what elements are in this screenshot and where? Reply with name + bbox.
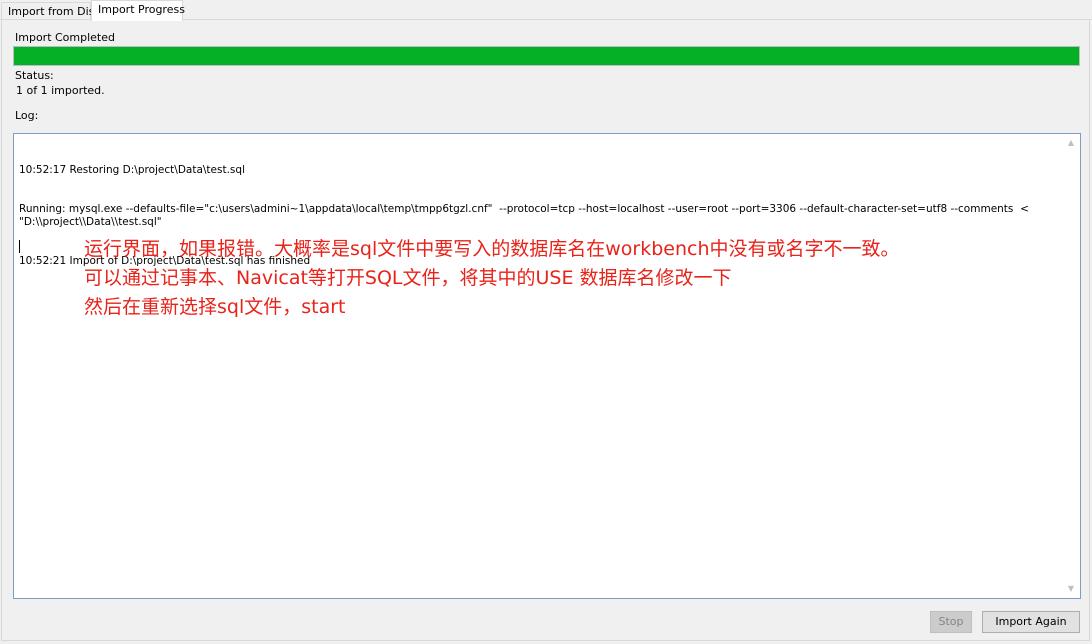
- annotation-line: 运行界面，如果报错。大概率是sql文件中要写入的数据库名在workbench中没…: [84, 238, 900, 260]
- annotation-text: 运行界面，如果报错。大概率是sql文件中要写入的数据库名在workbench中没…: [84, 235, 900, 322]
- annotation-line: 然后在重新选择sql文件，start: [84, 296, 346, 318]
- progress-bar: [13, 46, 1080, 66]
- stop-button[interactable]: Stop: [930, 611, 972, 633]
- import-progress-panel: Import Completed Status: 1 of 1 imported…: [1, 19, 1090, 641]
- log-line: Running: mysql.exe --defaults-file="c:\u…: [19, 203, 1033, 228]
- chevron-up-icon[interactable]: ▲: [1063, 135, 1079, 151]
- tab-bar: Import from Disk Import Progress: [0, 0, 1092, 21]
- annotation-line: 可以通过记事本、Navicat等打开SQL文件，将其中的USE 数据库名修改一下: [84, 267, 732, 289]
- tab-import-from-disk[interactable]: Import from Disk: [1, 2, 101, 20]
- text-caret: [19, 240, 20, 253]
- progress-title: Import Completed: [15, 31, 115, 44]
- import-again-button[interactable]: Import Again: [982, 611, 1080, 633]
- log-textarea[interactable]: 10:52:17 Restoring D:\project\Data\test.…: [13, 133, 1081, 599]
- log-line: 10:52:17 Restoring D:\project\Data\test.…: [19, 164, 245, 176]
- chevron-down-icon[interactable]: ▼: [1063, 581, 1079, 597]
- status-label: Status:: [15, 69, 54, 82]
- progress-bar-fill: [14, 47, 1079, 65]
- status-text: 1 of 1 imported.: [16, 84, 105, 97]
- log-scrollbar[interactable]: ▲ ▼: [1063, 135, 1079, 597]
- log-label: Log:: [15, 109, 39, 122]
- tab-import-progress[interactable]: Import Progress: [91, 0, 185, 21]
